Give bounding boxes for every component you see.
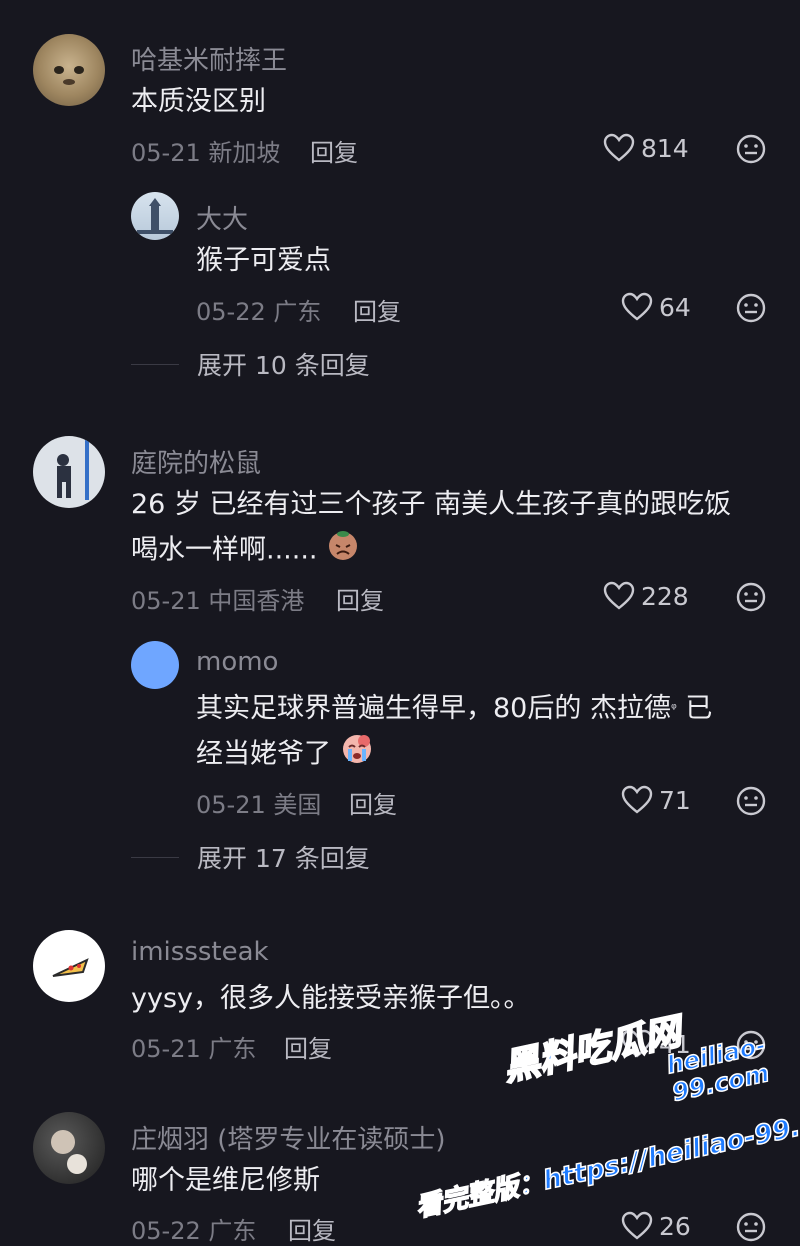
- comment-text: 26 岁 已经有过三个孩子 南美人生孩子真的跟吃饭 喝水一样啊......: [131, 483, 771, 575]
- like-count: 814: [641, 133, 689, 163]
- heart-icon: [621, 292, 653, 322]
- dislike-button[interactable]: [736, 1212, 766, 1242]
- avatar[interactable]: [131, 641, 179, 689]
- comment-date: 05-21: [196, 791, 266, 819]
- divider: [131, 856, 179, 858]
- lighthouse-icon: [137, 198, 173, 234]
- like-count: 64: [659, 292, 691, 322]
- comment-author[interactable]: 庭院的松鼠: [131, 443, 261, 480]
- comment-text-line: 喝水一样啊......: [131, 527, 771, 575]
- comment-text-segment: 其实足球界普遍生得早，80后的: [196, 693, 590, 724]
- comment-location: 美国: [273, 791, 322, 819]
- comment-meta: 05-22 广东: [196, 292, 321, 327]
- comment-text: 其实足球界普遍生得早，80后的 杰拉德ᵠ 已 经当姥爷了: [196, 687, 776, 779]
- avatar[interactable]: [33, 436, 105, 508]
- reply-button[interactable]: 回复: [310, 133, 358, 168]
- comment-date: 05-21: [131, 139, 201, 167]
- comment-text-segment: 已: [676, 693, 713, 724]
- meh-face-icon: [736, 134, 766, 164]
- expand-replies-button[interactable]: 展开 10 条回复: [131, 346, 370, 382]
- watermark-link-text: 看完整版：https://heiliao-99.com: [412, 1099, 800, 1224]
- comment-location: 广东: [208, 1035, 257, 1063]
- avatar[interactable]: [33, 1112, 105, 1184]
- avatar[interactable]: [33, 34, 105, 106]
- dislike-button[interactable]: [736, 582, 766, 612]
- like-button[interactable]: 228: [603, 581, 689, 611]
- comment-date: 05-22: [131, 1217, 201, 1245]
- watermark-brand-text: 黑料吃瓜网: [499, 1010, 686, 1090]
- meh-face-icon: [736, 786, 766, 816]
- heart-icon: [603, 133, 635, 163]
- comment-text-line: 经当姥爷了: [196, 731, 776, 779]
- comment-author[interactable]: 大大: [196, 199, 248, 236]
- comment-text-line: 其实足球界普遍生得早，80后的 杰拉德ᵠ 已: [196, 687, 776, 731]
- comment-text-line-2: 喝水一样啊......: [131, 534, 318, 566]
- like-count: 228: [641, 581, 689, 611]
- comment-meta: 05-21 美国: [196, 785, 321, 820]
- comment-location: 中国香港: [208, 587, 305, 615]
- like-button[interactable]: 64: [621, 292, 691, 322]
- comment-text-line: 26 岁 已经有过三个孩子 南美人生孩子真的跟吃饭: [131, 489, 732, 520]
- divider: [131, 363, 179, 365]
- expand-replies-label: 展开 17 条回复: [197, 844, 370, 873]
- like-count: 26: [659, 1211, 691, 1241]
- avatar[interactable]: [33, 930, 105, 1002]
- comment-text: yysy，很多人能接受亲猴子但。。: [131, 983, 531, 1014]
- meh-face-icon: [736, 582, 766, 612]
- pizza-icon: [52, 958, 89, 977]
- comment-meta: 05-21 新加坡: [131, 133, 280, 168]
- comment-text: 猴子可爱点: [196, 245, 331, 276]
- comment-author[interactable]: 庄烟羽 (塔罗专业在读硕士): [131, 1119, 446, 1156]
- comment-date: 05-22: [196, 298, 266, 326]
- mention-link[interactable]: 杰拉德: [590, 693, 671, 724]
- expand-replies-button[interactable]: 展开 17 条回复: [131, 839, 370, 875]
- comment-location: 广东: [273, 298, 322, 326]
- like-button[interactable]: 814: [603, 133, 689, 163]
- reply-button[interactable]: 回复: [353, 292, 401, 327]
- comment-meta: 05-21 中国香港: [131, 581, 304, 616]
- comment-author[interactable]: momo: [196, 647, 278, 677]
- like-button[interactable]: 26: [621, 1211, 691, 1241]
- person-icon: [57, 440, 89, 500]
- watermark-link: 看完整版：https://heiliao-99.com: [412, 1094, 800, 1224]
- comment-date: 05-21: [131, 587, 201, 615]
- comment-date: 05-21: [131, 1035, 201, 1063]
- avatar[interactable]: [131, 192, 179, 240]
- dislike-button[interactable]: [736, 134, 766, 164]
- comment-text: 哪个是维尼修斯: [131, 1165, 320, 1196]
- comment-meta: 05-22 广东: [131, 1211, 256, 1246]
- comment-location: 广东: [208, 1217, 257, 1245]
- dislike-button[interactable]: [736, 786, 766, 816]
- dislike-button[interactable]: [736, 293, 766, 323]
- heart-icon: [621, 1211, 653, 1241]
- comment-author[interactable]: imisssteak: [131, 937, 269, 967]
- crying-emoji-icon: [340, 731, 374, 779]
- sad-emoji-icon: [326, 527, 360, 575]
- meh-face-icon: [736, 293, 766, 323]
- cat-face-icon: [54, 66, 84, 85]
- reply-button[interactable]: 回复: [349, 785, 397, 820]
- comment-author[interactable]: 哈基米耐摔王: [131, 40, 287, 77]
- meh-face-icon: [736, 1212, 766, 1242]
- like-button[interactable]: 71: [621, 785, 691, 815]
- comment-text-line-2: 经当姥爷了: [196, 738, 331, 770]
- expand-replies-label: 展开 10 条回复: [197, 351, 370, 380]
- heart-icon: [621, 785, 653, 815]
- comment-text: 本质没区别: [131, 86, 266, 117]
- person-photo-icon: [51, 1130, 87, 1174]
- comment-location: 新加坡: [208, 139, 281, 167]
- reply-button[interactable]: 回复: [288, 1211, 336, 1246]
- heart-icon: [603, 581, 635, 611]
- comment-meta: 05-21 广东: [131, 1029, 256, 1064]
- reply-button[interactable]: 回复: [284, 1029, 332, 1064]
- reply-button[interactable]: 回复: [336, 581, 384, 616]
- like-count: 71: [659, 785, 691, 815]
